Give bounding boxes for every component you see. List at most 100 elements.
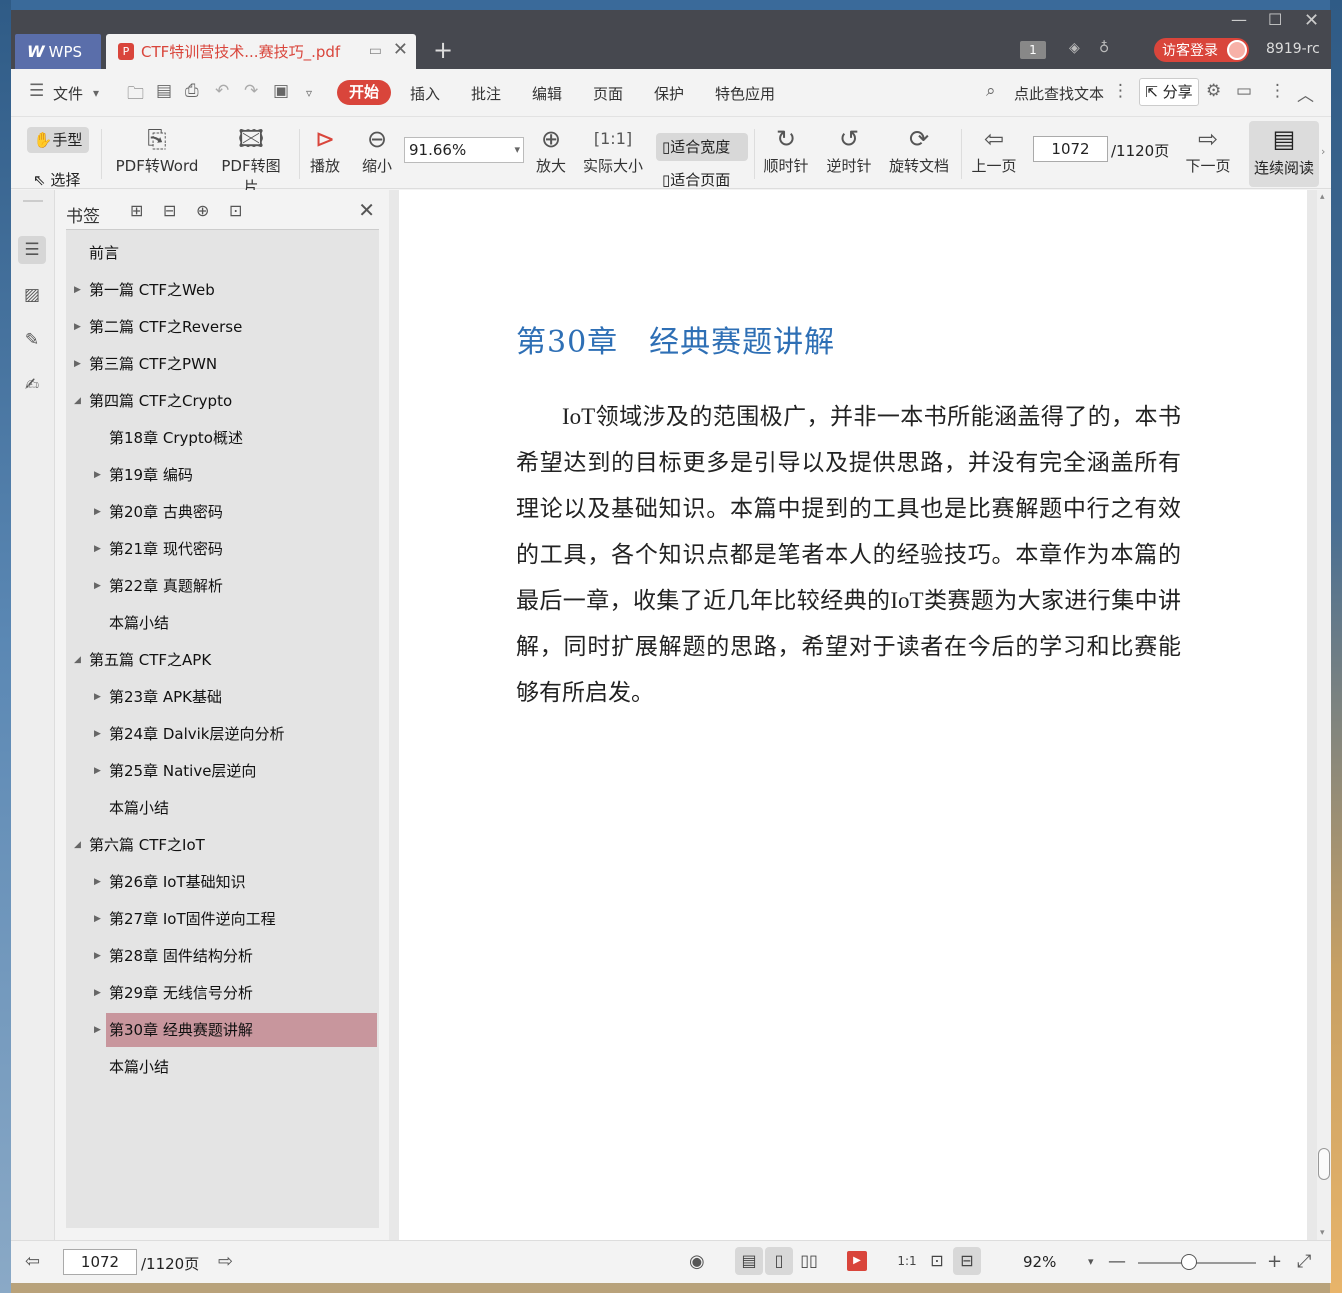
eye-protection-icon[interactable]: ◉ <box>689 1251 705 1272</box>
expand-arrow-icon[interactable]: ▶ <box>74 347 81 381</box>
two-page-view-icon[interactable]: ▯▯ <box>795 1247 823 1275</box>
share-button[interactable]: ⇱ 分享 <box>1139 78 1199 106</box>
hand-tool-button[interactable]: ✋手型 <box>27 127 89 153</box>
status-prev-page-icon[interactable]: ⇦ <box>25 1251 40 1272</box>
wps-home-tab[interactable]: W WPS <box>15 34 101 69</box>
chevron-down-icon[interactable]: ▾ <box>93 86 99 100</box>
bookmark-item[interactable]: ▶ 第20章 古典密码 <box>94 495 377 529</box>
fit-page-button[interactable]: ▯适合页面 <box>662 169 730 190</box>
next-page-button[interactable]: ⇨ 下一页 <box>1183 123 1233 176</box>
slideshow-play-icon[interactable]: ▶ <box>847 1251 867 1271</box>
thumbnail-panel-icon[interactable]: ▨ <box>18 281 46 309</box>
bookmark-item[interactable]: 前言 <box>86 236 377 270</box>
search-text-button[interactable]: 点此查找文本 <box>1014 83 1104 104</box>
skin-icon[interactable]: ◈ <box>1069 40 1080 56</box>
bookmark-item[interactable]: 本篇小结 <box>106 1050 377 1084</box>
single-page-view-icon[interactable]: ▯ <box>765 1247 793 1275</box>
hamburger-icon[interactable]: ☰ <box>29 81 44 101</box>
tab-insert[interactable]: 插入 <box>410 83 440 104</box>
bookmark-item[interactable]: ◢ 第五篇 CTF之APK <box>74 643 377 677</box>
actual-size-button[interactable]: [1:1] 实际大小 <box>581 123 645 176</box>
collapse-arrow-icon[interactable]: ◢ <box>74 643 81 677</box>
tab-start[interactable]: 开始 <box>337 80 391 105</box>
zoom-slider-knob[interactable] <box>1181 1254 1197 1270</box>
expand-arrow-icon[interactable]: ▶ <box>94 495 101 529</box>
expand-all-icon[interactable]: ⊞ <box>130 201 143 220</box>
collapse-all-icon[interactable]: ⊟ <box>163 201 176 220</box>
scroll-up-icon[interactable]: ▴ <box>1320 192 1325 202</box>
status-page-input[interactable]: 1072 <box>63 1249 137 1275</box>
annotation-panel-icon[interactable]: ✎ <box>18 326 46 354</box>
bookmark-item[interactable]: ▶ 第二篇 CTF之Reverse <box>74 310 377 344</box>
shirt-icon[interactable]: ♁ <box>1099 40 1109 56</box>
bookmark-item[interactable]: ◢ 第六篇 CTF之IoT <box>74 828 377 862</box>
pdf-to-word-button[interactable]: ⎘ PDF转Word <box>114 123 200 176</box>
zoom-level-select[interactable]: 91.66% <box>404 137 524 163</box>
vertical-scrollbar[interactable]: ▴ ▾ <box>1317 190 1331 1240</box>
expand-arrow-icon[interactable]: ▶ <box>94 976 101 1010</box>
scrollbar-thumb[interactable] <box>1318 1148 1330 1180</box>
signature-panel-icon[interactable]: ✍ <box>18 371 46 399</box>
bookmark-item[interactable]: ▶ 第24章 Dalvik层逆向分析 <box>94 717 377 751</box>
select-tool-button[interactable]: ⇖ 选择 <box>33 169 80 190</box>
tab-special-apps[interactable]: 特色应用 <box>715 83 775 104</box>
document-tab[interactable]: P CTF特训营技术...赛技巧_.pdf ▭ ✕ <box>106 34 416 69</box>
image-export-icon[interactable]: ▣ <box>273 81 289 101</box>
expand-arrow-icon[interactable]: ▶ <box>94 1013 101 1047</box>
close-panel-icon[interactable]: ✕ <box>358 198 375 222</box>
rotate-counterclockwise-button[interactable]: ↺ 逆时针 <box>824 123 874 176</box>
print-icon[interactable]: ⎙ <box>185 81 199 101</box>
bookmark-item[interactable]: ▶ 第三篇 CTF之PWN <box>74 347 377 381</box>
new-tab-button[interactable]: + <box>433 36 453 64</box>
maximize-icon[interactable]: ☐ <box>1268 10 1282 29</box>
rotate-clockwise-button[interactable]: ↻ 顺时针 <box>761 123 811 176</box>
collapse-arrow-icon[interactable]: ◢ <box>74 828 81 862</box>
status-zoom-value[interactable]: 92% <box>1023 1253 1056 1271</box>
bookmark-item[interactable]: ▶ 第25章 Native层逆向 <box>94 754 377 788</box>
bookmark-item[interactable]: 本篇小结 <box>106 791 377 825</box>
tab-protect[interactable]: 保护 <box>654 83 684 104</box>
more-vertical-icon[interactable]: ⋮ <box>1112 81 1129 101</box>
bookmark-item[interactable]: ▶ 第23章 APK基础 <box>94 680 377 714</box>
undo-icon[interactable]: ↶ <box>215 81 229 101</box>
fullscreen-icon[interactable]: ⤢ <box>1297 1251 1311 1272</box>
zoom-in-button[interactable]: ⊕ 放大 <box>533 123 569 176</box>
actual-size-status-icon[interactable]: 1:1 <box>893 1247 921 1275</box>
visitor-login-button[interactable]: 访客登录 <box>1154 38 1249 62</box>
comment-icon[interactable]: ▭ <box>1236 81 1252 101</box>
bookmark-item-selected[interactable]: ▶ 第30章 经典赛题讲解 <box>94 1013 377 1047</box>
expand-arrow-icon[interactable]: ▶ <box>74 273 81 307</box>
fit-width-button[interactable]: ▯适合宽度 <box>656 133 748 161</box>
expand-arrow-icon[interactable]: ▶ <box>94 458 101 492</box>
zoom-dropdown-icon[interactable]: ▾ <box>1088 1255 1094 1268</box>
continuous-read-button[interactable]: ▤ 连续阅读 <box>1249 121 1319 187</box>
more-dropdown-icon[interactable]: ▿ <box>306 86 312 100</box>
zoom-minus-icon[interactable]: — <box>1108 1251 1126 1272</box>
play-button[interactable]: ⊳ 播放 <box>307 123 343 176</box>
bookmark-item[interactable]: ▶ 第21章 现代密码 <box>94 532 377 566</box>
toolbar-scroll-right-icon[interactable]: › <box>1321 145 1325 158</box>
page-number-input[interactable]: 1072 <box>1033 136 1108 162</box>
tab-pin-icon[interactable]: ▭ <box>369 43 382 59</box>
tab-edit[interactable]: 编辑 <box>532 83 562 104</box>
bookmark-panel-icon[interactable]: ☰ <box>18 236 46 264</box>
bookmark-item[interactable]: ▶ 第29章 无线信号分析 <box>94 976 377 1010</box>
rotate-document-button[interactable]: ⟳ 旋转文档 <box>887 123 951 176</box>
window-close-icon[interactable]: ✕ <box>1304 10 1319 31</box>
collapse-arrow-icon[interactable]: ◢ <box>74 384 81 418</box>
bookmark-item[interactable]: ▶ 第22章 真题解析 <box>94 569 377 603</box>
expand-arrow-icon[interactable]: ▶ <box>94 939 101 973</box>
file-menu[interactable]: 文件 <box>53 83 83 104</box>
expand-arrow-icon[interactable]: ▶ <box>94 717 101 751</box>
tab-close-icon[interactable]: ✕ <box>393 39 408 60</box>
tab-page[interactable]: 页面 <box>593 83 623 104</box>
gear-icon[interactable]: ⚙ <box>1206 81 1221 101</box>
collapse-ribbon-icon[interactable]: ︿ <box>1297 81 1314 106</box>
tab-annotate[interactable]: 批注 <box>471 83 501 104</box>
expand-arrow-icon[interactable]: ▶ <box>94 754 101 788</box>
bookmark-settings-icon[interactable]: ⊡ <box>229 201 242 220</box>
bookmark-item[interactable]: 第18章 Crypto概述 <box>106 421 377 455</box>
window-count-badge[interactable]: 1 <box>1020 41 1046 59</box>
more-options-icon[interactable]: ⋮ <box>1269 81 1286 101</box>
bookmark-item[interactable]: ▶ 第27章 IoT固件逆向工程 <box>94 902 377 936</box>
